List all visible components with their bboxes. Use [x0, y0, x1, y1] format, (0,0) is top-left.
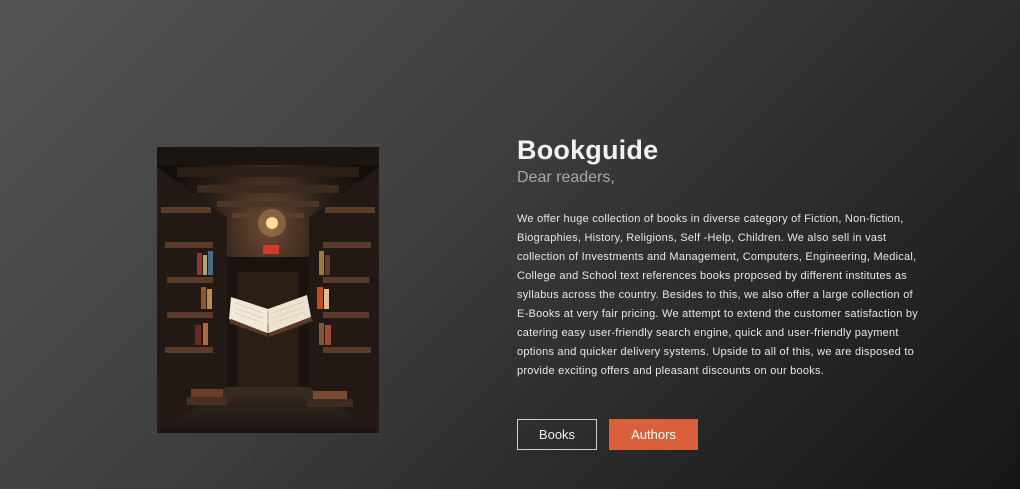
description-text: We offer huge collection of books in div…	[517, 213, 919, 377]
hero-library-image	[157, 147, 379, 433]
hero-content: Bookguide Dear readers, We offer huge co…	[517, 134, 922, 381]
library-illustration	[157, 147, 379, 433]
button-group: Books Authors	[517, 419, 698, 450]
books-button[interactable]: Books	[517, 419, 597, 450]
subtitle: Dear readers,	[517, 169, 615, 186]
page-title: Bookguide	[517, 135, 659, 165]
authors-button[interactable]: Authors	[609, 419, 698, 450]
